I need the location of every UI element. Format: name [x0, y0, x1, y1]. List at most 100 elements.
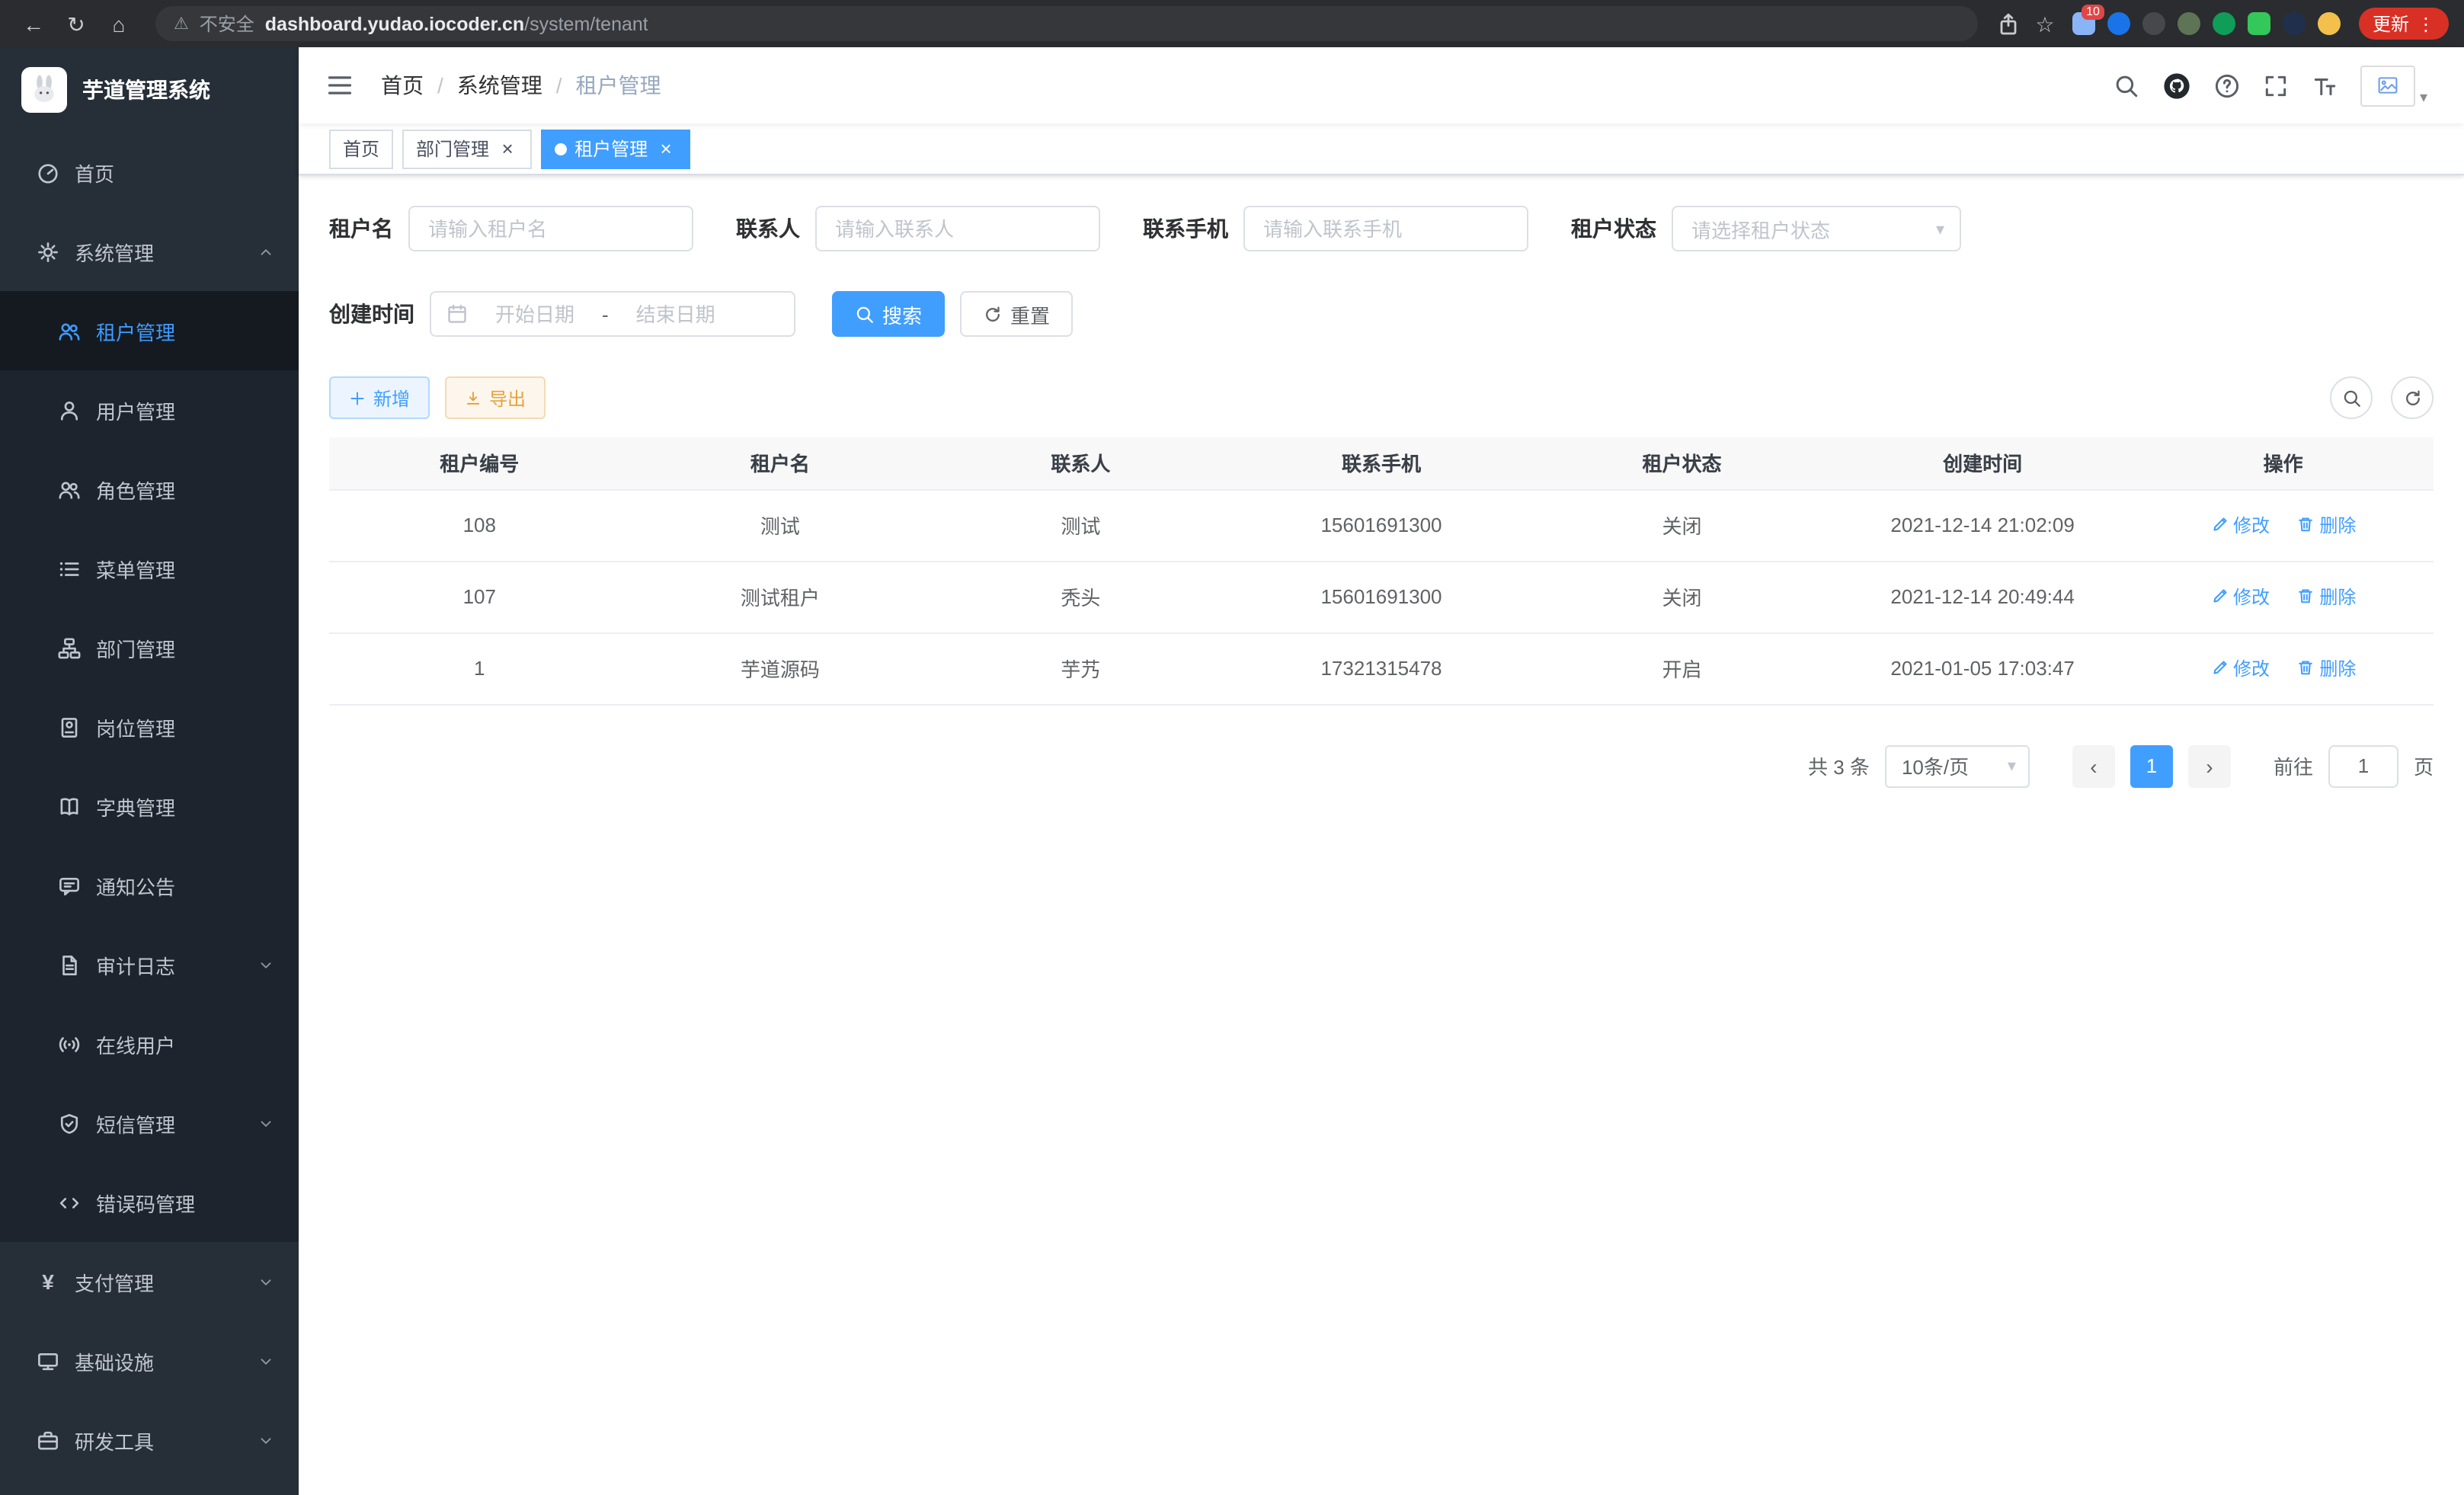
logo[interactable]: 芋道管理系统: [0, 47, 299, 133]
user-avatar[interactable]: ▾: [2360, 65, 2427, 106]
edit-label: 修改: [2233, 655, 2270, 681]
created-cell: 2021-12-14 21:02:09: [1832, 489, 2133, 561]
page-1-button[interactable]: 1: [2130, 744, 2173, 787]
status-select[interactable]: 请选择租户状态 ▾: [1672, 206, 1961, 251]
browser-update-button[interactable]: 更新 ⋮: [2359, 8, 2449, 40]
sidebar-item-home[interactable]: 首页: [0, 133, 299, 212]
edit-link[interactable]: 修改: [2210, 512, 2270, 538]
next-page-button[interactable]: ›: [2188, 744, 2231, 787]
hamburger-icon[interactable]: [320, 66, 360, 105]
address-bar[interactable]: ⚠ 不安全 dashboard.yudao.iocoder.cn/system/…: [155, 6, 1978, 41]
tab-label: 租户管理: [574, 136, 648, 162]
sidebar-item-post[interactable]: 岗位管理: [0, 687, 299, 767]
header-search-icon[interactable]: [2114, 72, 2139, 98]
actions-cell: 修改 删除: [2133, 489, 2434, 561]
tenant-id-cell: 108: [329, 489, 630, 561]
close-icon[interactable]: ×: [655, 138, 677, 159]
date-range-picker[interactable]: -: [430, 291, 795, 337]
chevron-down-icon: [258, 956, 274, 973]
sidebar-item-audit-log[interactable]: 审计日志: [0, 925, 299, 1004]
top-navbar: 首页 / 系统管理 / 租户管理: [299, 47, 2464, 123]
extension-icon-5[interactable]: [2213, 12, 2235, 35]
edit-pencil-icon: [2210, 659, 2229, 677]
close-icon[interactable]: ×: [497, 138, 518, 159]
not-secure-label: 不安全: [200, 11, 254, 37]
export-button[interactable]: 导出: [445, 376, 546, 419]
table-row: 1 芋道源码 芋艿 17321315478 开启 2021-01-05 17:0…: [329, 632, 2434, 704]
export-button-label: 导出: [489, 385, 526, 411]
browser-refresh-button[interactable]: ↻: [58, 5, 94, 42]
sidebar-item-pay[interactable]: ¥ 支付管理: [0, 1242, 299, 1321]
breadcrumb-system[interactable]: 系统管理: [457, 70, 542, 101]
page-size-select[interactable]: 10条/页 ▾: [1885, 744, 2030, 787]
mobile-label: 联系手机: [1143, 213, 1228, 244]
sidebar-item-error-code[interactable]: 错误码管理: [0, 1163, 299, 1242]
share-icon[interactable]: [1996, 11, 2021, 36]
tab-tenant[interactable]: 租户管理 ×: [541, 129, 690, 168]
delete-link[interactable]: 删除: [2296, 584, 2356, 610]
extension-icon-4[interactable]: [2178, 12, 2200, 35]
not-secure-warning-icon: ⚠: [174, 14, 189, 34]
extension-icon-1[interactable]: 10: [2072, 12, 2095, 35]
sidebar-item-dept[interactable]: 部门管理: [0, 608, 299, 687]
sidebar-item-online-user[interactable]: 在线用户: [0, 1004, 299, 1084]
sidebar-item-user[interactable]: 用户管理: [0, 370, 299, 450]
sidebar-item-dev-tools[interactable]: 研发工具: [0, 1401, 299, 1480]
reset-button[interactable]: 重置: [960, 291, 1073, 337]
sidebar-item-notice[interactable]: 通知公告: [0, 846, 299, 925]
refresh-table-button[interactable]: [2391, 376, 2434, 419]
plus-icon: [349, 389, 366, 406]
font-size-icon[interactable]: [2312, 72, 2338, 98]
browser-home-button[interactable]: ⌂: [101, 5, 137, 42]
extension-icon-6[interactable]: [2248, 12, 2270, 35]
bookmark-star-icon[interactable]: ☆: [2027, 5, 2063, 42]
fullscreen-icon[interactable]: [2263, 72, 2289, 98]
delete-link[interactable]: 删除: [2296, 512, 2356, 538]
start-date-input[interactable]: [477, 303, 593, 325]
profile-avatar-icon[interactable]: [2318, 12, 2341, 35]
broken-image-icon: [2360, 65, 2415, 106]
sidebar-item-system[interactable]: 系统管理: [0, 212, 299, 291]
breadcrumb-home[interactable]: 首页: [381, 70, 424, 101]
browser-menu-icon[interactable]: ⋮: [2417, 13, 2435, 34]
browser-back-button[interactable]: ←: [15, 5, 52, 42]
sidebar-item-dict[interactable]: 字典管理: [0, 767, 299, 846]
date-range-separator: -: [602, 303, 609, 325]
chevron-down-icon: [258, 1353, 274, 1369]
tenant-name-cell: 芋道源码: [630, 632, 931, 704]
tab-home[interactable]: 首页: [329, 129, 393, 168]
tab-dept[interactable]: 部门管理 ×: [402, 129, 532, 168]
tenant-name-cell: 测试租户: [630, 561, 931, 632]
help-icon[interactable]: [2214, 72, 2240, 98]
edit-link[interactable]: 修改: [2210, 655, 2270, 681]
tenant-name-input[interactable]: [408, 206, 693, 251]
breadcrumb: 首页 / 系统管理 / 租户管理: [381, 70, 661, 101]
edit-link[interactable]: 修改: [2210, 584, 2270, 610]
contact-cell: 秃头: [930, 561, 1231, 632]
role-users-icon: [58, 478, 81, 501]
toggle-search-button[interactable]: [2330, 376, 2373, 419]
end-date-input[interactable]: [618, 303, 734, 325]
sidebar-item-menu[interactable]: 菜单管理: [0, 529, 299, 608]
search-button[interactable]: 搜索: [832, 291, 945, 337]
page-jump-input[interactable]: [2328, 744, 2398, 787]
add-button[interactable]: 新增: [329, 376, 430, 419]
sidebar-item-infra[interactable]: 基础设施: [0, 1321, 299, 1401]
sidebar-item-sms[interactable]: 短信管理: [0, 1084, 299, 1163]
extension-icon-2[interactable]: [2107, 12, 2130, 35]
tab-label: 首页: [343, 136, 379, 162]
mobile-input[interactable]: [1243, 206, 1528, 251]
github-icon[interactable]: [2162, 71, 2191, 100]
created-cell: 2021-12-14 20:49:44: [1832, 561, 2133, 632]
user-icon: [58, 399, 81, 421]
prev-page-button[interactable]: ‹: [2072, 744, 2115, 787]
extension-icon-7[interactable]: [2283, 12, 2306, 35]
sidebar-item-tenant[interactable]: 租户管理: [0, 291, 299, 370]
chevron-down-icon: [258, 1115, 274, 1132]
update-label: 更新: [2373, 11, 2409, 37]
delete-link[interactable]: 删除: [2296, 655, 2356, 681]
contact-input[interactable]: [815, 206, 1100, 251]
tab-label: 部门管理: [416, 136, 489, 162]
extension-icon-3[interactable]: [2142, 12, 2165, 35]
sidebar-item-role[interactable]: 角色管理: [0, 450, 299, 529]
